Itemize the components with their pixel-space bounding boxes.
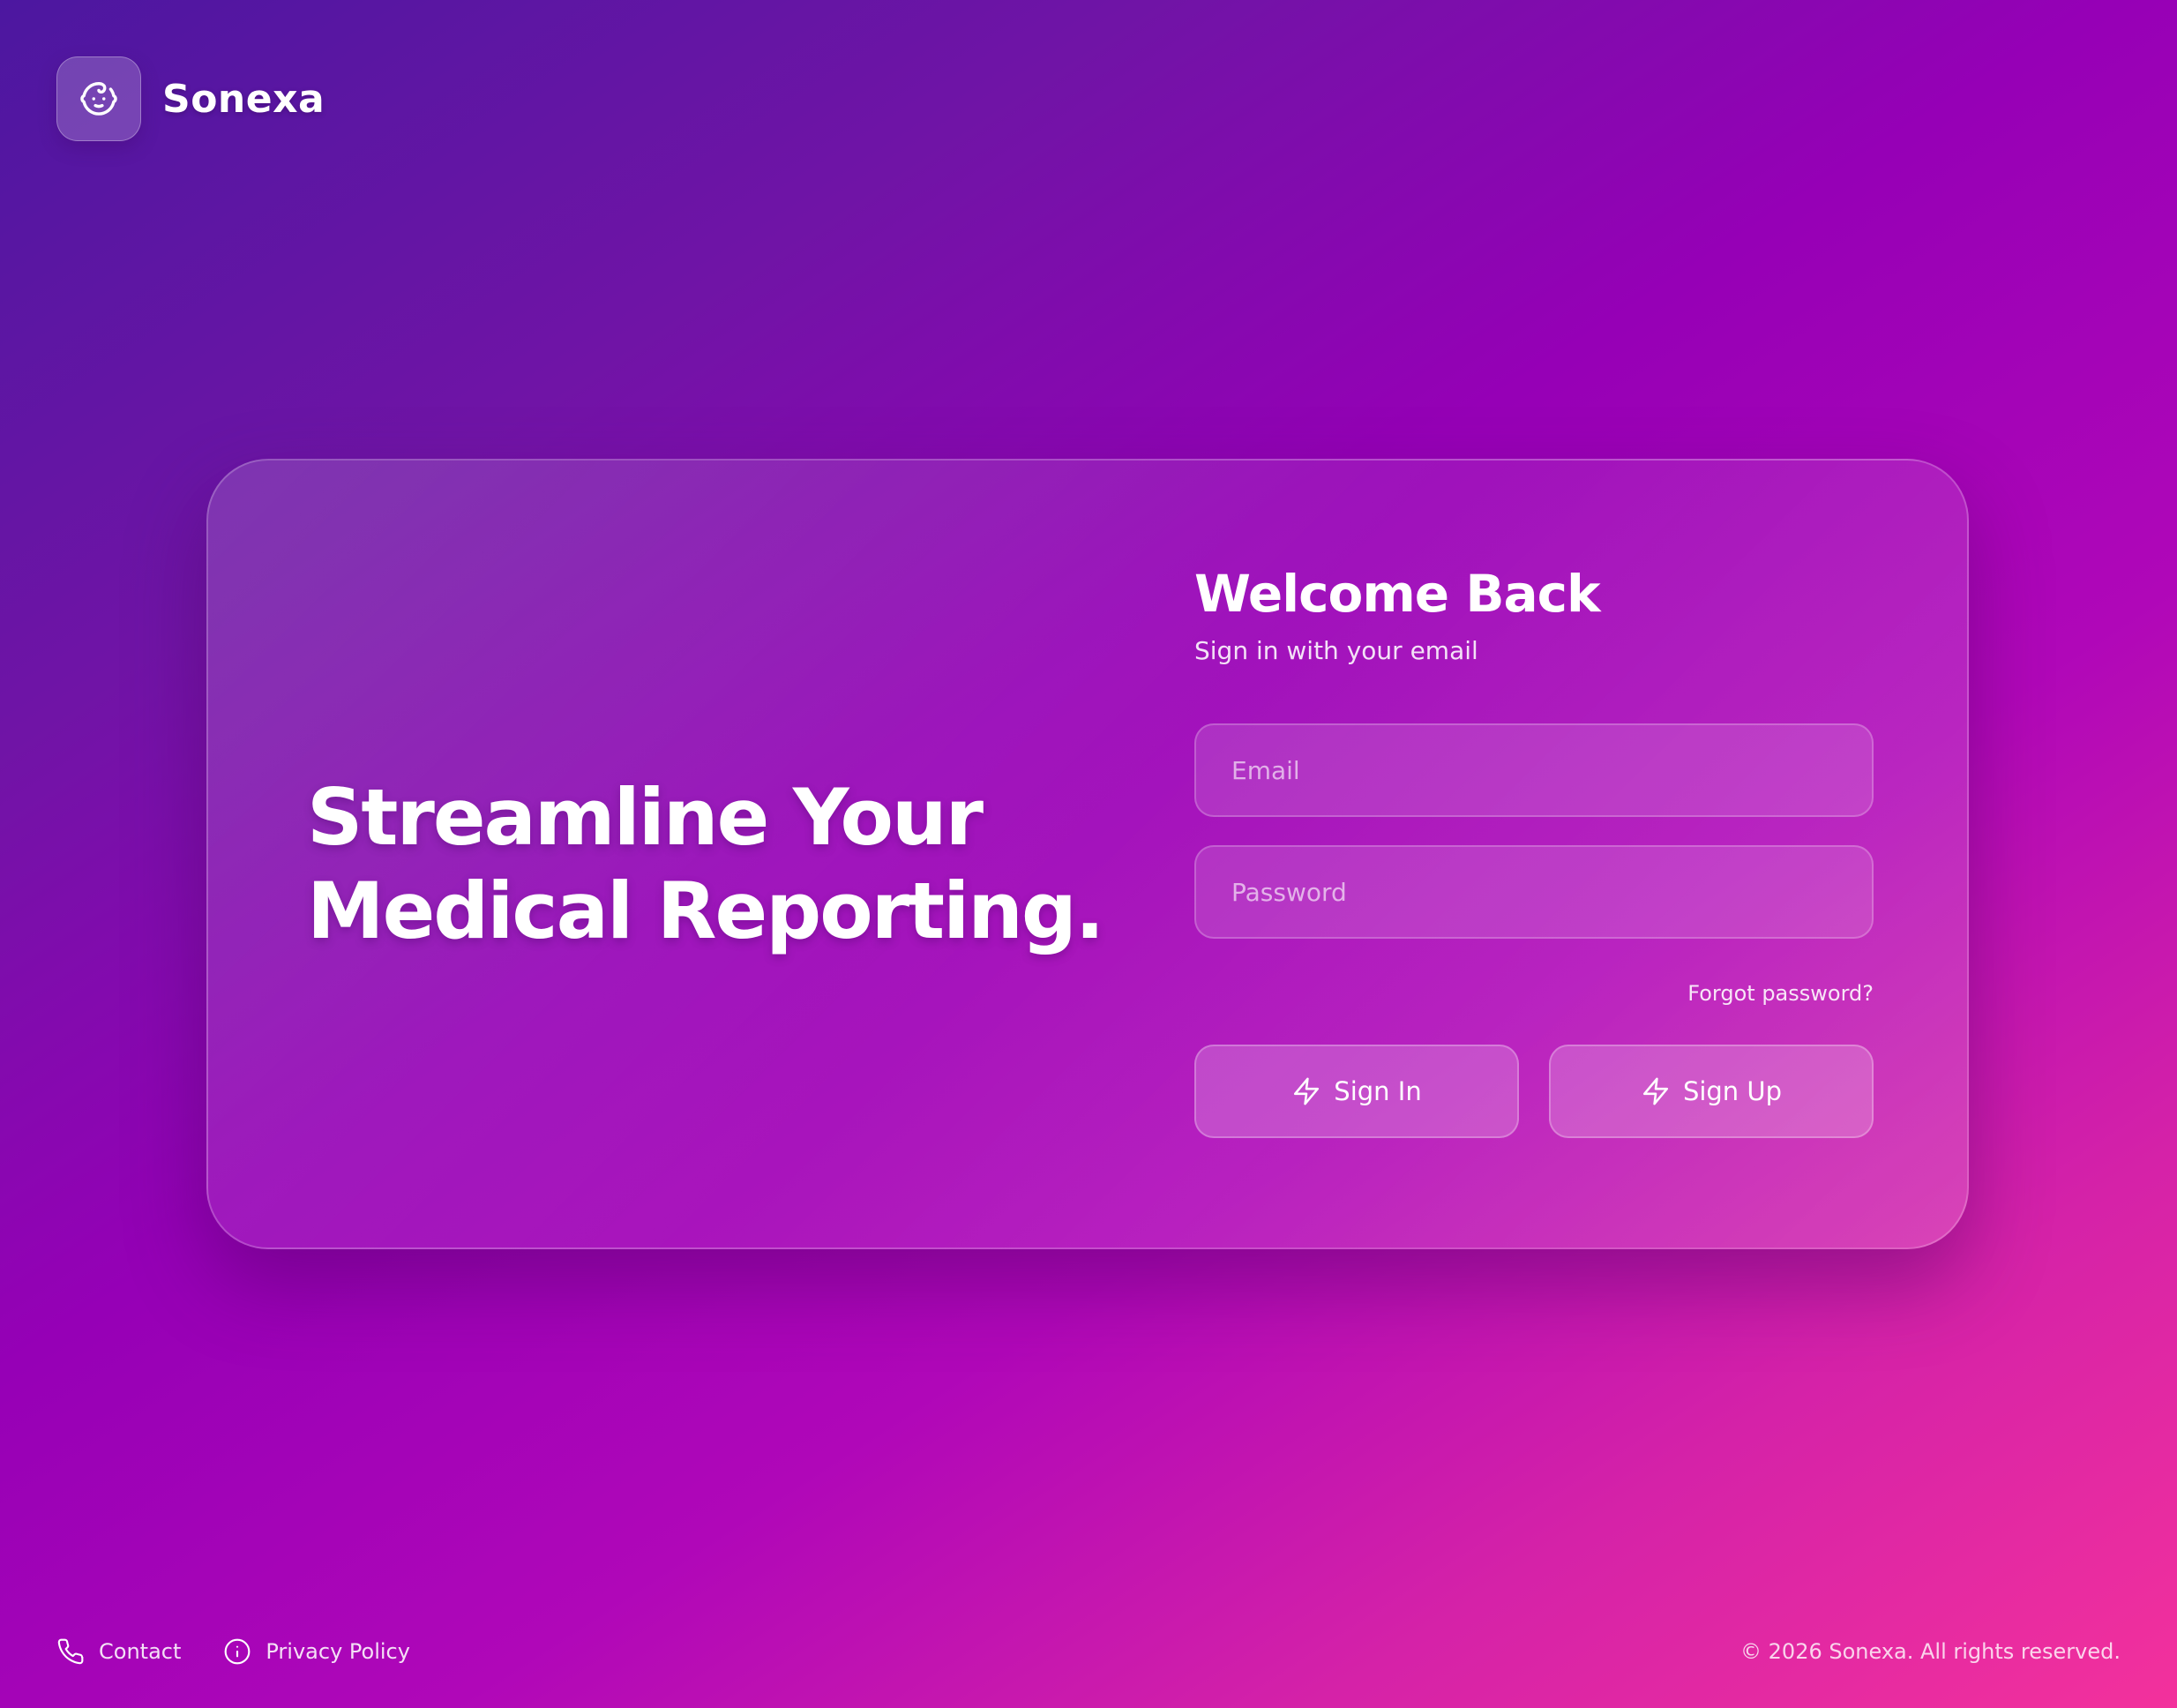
brand-header: Sonexa: [56, 56, 325, 141]
baby-face-icon: [80, 82, 117, 116]
password-input[interactable]: [1194, 845, 1874, 939]
sign-up-button[interactable]: Sign Up: [1549, 1045, 1874, 1138]
login-form: Welcome Back Sign in with your email For…: [1194, 563, 1874, 1138]
contact-link[interactable]: Contact: [56, 1637, 181, 1666]
brand-name: Sonexa: [162, 76, 325, 122]
contact-label: Contact: [99, 1639, 182, 1664]
phone-icon: [57, 1638, 84, 1665]
hero-headline: Streamline Your Medical Reporting.: [307, 771, 1104, 958]
footer-links: Contact Privacy Policy: [56, 1636, 410, 1667]
lightning-icon: [1294, 1077, 1320, 1105]
logo-badge[interactable]: [56, 56, 141, 141]
forgot-password-link[interactable]: Forgot password?: [1687, 981, 1874, 1006]
sign-in-label: Sign In: [1334, 1076, 1422, 1106]
form-title: Welcome Back: [1194, 564, 1601, 624]
hero-headline-line-2: Medical Reporting.: [307, 865, 1104, 956]
form-subtitle: Sign in with your email: [1194, 636, 1478, 665]
forgot-password-row: Forgot password?: [1194, 978, 1874, 1009]
email-input[interactable]: [1194, 723, 1874, 817]
sign-up-label: Sign Up: [1682, 1076, 1783, 1106]
privacy-policy-label: Privacy Policy: [266, 1639, 410, 1664]
privacy-policy-link[interactable]: Privacy Policy: [223, 1637, 410, 1666]
form-actions: Sign In Sign Up: [1194, 1045, 1874, 1138]
info-icon: [224, 1638, 251, 1665]
lightning-icon: [1642, 1077, 1668, 1105]
login-card: Streamline Your Medical Reporting. Welco…: [206, 459, 1969, 1249]
hero-headline-line-1: Streamline Your: [307, 772, 984, 863]
sign-in-button[interactable]: Sign In: [1194, 1045, 1519, 1138]
copyright-text: © 2026 Sonexa. All rights reserved.: [1740, 1639, 2121, 1664]
